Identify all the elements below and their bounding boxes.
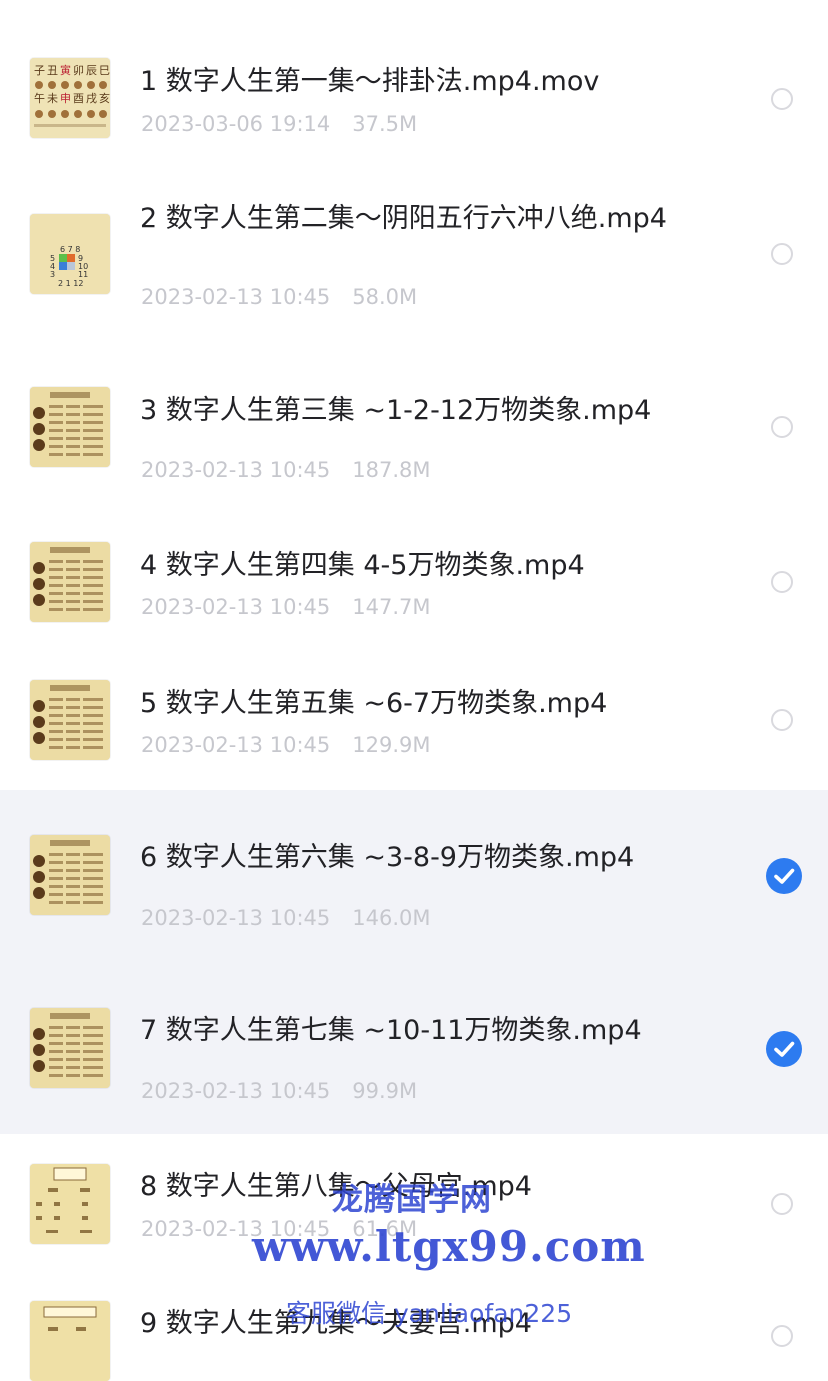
file-meta: 2023-02-13 10:45 129.9M xyxy=(141,731,431,759)
svg-text:寅: 寅 xyxy=(60,63,71,77)
svg-text:卯: 卯 xyxy=(73,64,84,77)
file-date: 2023-02-13 10:45 xyxy=(141,458,331,482)
file-meta: 2023-02-13 10:45 147.7M xyxy=(141,593,431,621)
file-date: 2023-02-13 10:45 xyxy=(141,733,331,757)
file-date: 2023-02-13 10:45 xyxy=(141,1079,331,1103)
file-size: 187.8M xyxy=(352,458,431,482)
unchecked-checkbox-icon[interactable] xyxy=(771,1325,793,1347)
svg-text:3: 3 xyxy=(50,270,55,279)
file-title: 7 数字人生第七集 ~10-11万物类象.mp4 xyxy=(140,1015,642,1046)
video-thumbnail[interactable] xyxy=(30,835,110,915)
video-thumbnail[interactable] xyxy=(30,1301,110,1381)
file-meta: 2023-02-13 10:45 187.8M xyxy=(141,456,431,484)
svg-text:酉: 酉 xyxy=(73,92,84,105)
file-size: 147.7M xyxy=(352,595,431,619)
video-thumbnail[interactable]: 6 7 8 5 9 4 10 3 11 2 1 12 xyxy=(30,214,110,294)
file-title: 4 数字人生第四集 4-5万物类象.mp4 xyxy=(140,550,585,581)
svg-text:丑: 丑 xyxy=(47,64,58,77)
file-row[interactable] xyxy=(0,790,828,962)
video-thumbnail[interactable] xyxy=(30,680,110,760)
file-title: 6 数字人生第六集 ~3-8-9万物类象.mp4 xyxy=(140,842,635,873)
video-thumbnail[interactable] xyxy=(30,1008,110,1088)
unchecked-checkbox-icon[interactable] xyxy=(771,709,793,731)
file-meta: 2023-02-13 10:45 99.9M xyxy=(141,1077,417,1105)
svg-text:巳: 巳 xyxy=(99,64,110,77)
video-thumbnail[interactable] xyxy=(30,1164,110,1244)
checked-checkbox-icon[interactable] xyxy=(766,1031,802,1067)
file-title: 5 数字人生第五集 ~6-7万物类象.mp4 xyxy=(140,688,608,719)
unchecked-checkbox-icon[interactable] xyxy=(771,1193,793,1215)
file-date: 2023-02-13 10:45 xyxy=(141,285,331,309)
svg-text:午: 午 xyxy=(34,92,45,105)
file-meta: 2023-02-13 10:45 146.0M xyxy=(141,904,431,932)
svg-text:子: 子 xyxy=(34,64,45,77)
file-size: 99.9M xyxy=(352,1079,418,1103)
unchecked-checkbox-icon[interactable] xyxy=(771,416,793,438)
file-title: 2 数字人生第二集～阴阳五行六冲八绝.mp4 xyxy=(140,203,667,234)
watermark-url: www.ltgx99.com xyxy=(252,1222,646,1271)
file-date: 2023-02-13 10:45 xyxy=(141,906,331,930)
file-date: 2023-03-06 19:14 xyxy=(141,112,331,136)
svg-text:戌: 戌 xyxy=(86,92,97,105)
video-thumbnail[interactable] xyxy=(30,387,110,467)
svg-text:2 1 12: 2 1 12 xyxy=(58,279,83,288)
file-size: 37.5M xyxy=(352,112,418,136)
unchecked-checkbox-icon[interactable] xyxy=(771,571,793,593)
watermark-site-name: 龙腾国学网 xyxy=(332,1182,492,1218)
watermark-contact: 客服微信 yanliaofan225 xyxy=(286,1299,573,1328)
svg-text:辰: 辰 xyxy=(86,64,97,77)
file-date: 2023-02-13 10:45 xyxy=(141,595,331,619)
video-thumbnail[interactable] xyxy=(30,542,110,622)
file-title: 3 数字人生第三集 ~1-2-12万物类象.mp4 xyxy=(140,395,652,426)
svg-text:6 7 8: 6 7 8 xyxy=(60,245,80,254)
file-title: 1 数字人生第一集～排卦法.mp4.mov xyxy=(140,66,600,97)
svg-text:申: 申 xyxy=(60,92,71,105)
unchecked-checkbox-icon[interactable] xyxy=(771,88,793,110)
svg-text:亥: 亥 xyxy=(99,91,110,105)
file-size: 129.9M xyxy=(352,733,431,757)
svg-text:11: 11 xyxy=(78,270,88,279)
file-size: 146.0M xyxy=(352,906,431,930)
video-thumbnail[interactable]: 子丑寅卯辰巳午未申酉戌亥 xyxy=(30,58,110,138)
file-meta: 2023-03-06 19:14 37.5M xyxy=(141,110,417,138)
checked-checkbox-icon[interactable] xyxy=(766,858,802,894)
file-size: 58.0M xyxy=(352,285,418,309)
svg-text:未: 未 xyxy=(47,92,58,105)
unchecked-checkbox-icon[interactable] xyxy=(771,243,793,265)
file-row[interactable] xyxy=(0,170,828,340)
file-meta: 2023-02-13 10:45 58.0M xyxy=(141,283,417,311)
